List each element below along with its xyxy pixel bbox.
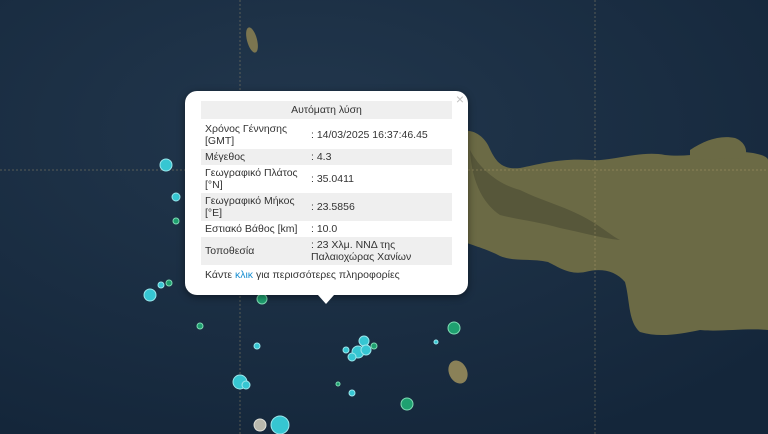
row-value-latitude: : 35.0411 (307, 165, 452, 193)
earthquake-marker[interactable] (143, 288, 157, 302)
earthquake-marker[interactable] (447, 321, 461, 335)
earthquake-marker[interactable] (165, 279, 173, 287)
row-value-longitude: : 23.5856 (307, 193, 452, 221)
earthquake-marker[interactable] (159, 158, 173, 172)
more-info-prefix: Κάντε (205, 269, 235, 281)
row-key-origin-time: Χρόνος Γέννησης [GMT] (201, 121, 307, 149)
table-row: Γεωγραφικό Πλάτος [°N] : 35.0411 (201, 165, 452, 193)
row-value-location: : 23 Χλμ. ΝΝΔ της Παλαιοχώρας Χανίων (307, 237, 452, 265)
earthquake-info-popup: × Αυτόματη λύση Χρόνος Γέννησης [GMT] : … (185, 91, 468, 304)
earthquake-details-table: Χρόνος Γέννησης [GMT] : 14/03/2025 16:37… (201, 121, 452, 265)
earthquake-marker[interactable] (253, 342, 261, 350)
more-info-link[interactable]: κλικ (235, 269, 253, 281)
earthquake-marker[interactable] (172, 217, 180, 225)
row-key-longitude: Γεωγραφικό Μήκος [°E] (201, 193, 307, 221)
earthquake-marker[interactable] (433, 339, 439, 345)
earthquake-marker[interactable] (256, 293, 268, 305)
row-key-depth: Εστιακό Βάθος [km] (201, 221, 307, 237)
table-row: Χρόνος Γέννησης [GMT] : 14/03/2025 16:37… (201, 121, 452, 149)
close-icon[interactable]: × (456, 91, 464, 107)
earthquake-marker[interactable] (270, 415, 290, 434)
row-key-latitude: Γεωγραφικό Πλάτος [°N] (201, 165, 307, 193)
earthquake-marker[interactable] (348, 389, 356, 397)
earthquake-marker[interactable] (196, 322, 204, 330)
row-key-location: Τοποθεσία (201, 237, 307, 265)
table-row: Εστιακό Βάθος [km] : 10.0 (201, 221, 452, 237)
earthquake-marker[interactable] (241, 380, 251, 390)
earthquake-marker[interactable] (370, 342, 378, 350)
row-key-magnitude: Μέγεθος (201, 149, 307, 165)
earthquake-marker[interactable] (400, 397, 414, 411)
table-row: Μέγεθος : 4.3 (201, 149, 452, 165)
earthquake-marker[interactable] (347, 352, 357, 362)
earthquake-marker[interactable] (360, 344, 372, 356)
row-value-depth: : 10.0 (307, 221, 452, 237)
earthquake-marker[interactable] (358, 335, 370, 347)
table-row: Γεωγραφικό Μήκος [°E] : 23.5856 (201, 193, 452, 221)
earthquake-marker[interactable] (335, 381, 341, 387)
popup-title: Αυτόματη λύση (201, 101, 452, 119)
row-value-origin-time: : 14/03/2025 16:37:46.45 (307, 121, 452, 149)
earthquake-marker[interactable] (171, 192, 181, 202)
row-value-magnitude: : 4.3 (307, 149, 452, 165)
popup-pointer (318, 295, 334, 304)
earthquake-marker[interactable] (157, 281, 165, 289)
table-row: Τοποθεσία : 23 Χλμ. ΝΝΔ της Παλαιοχώρας … (201, 237, 452, 265)
earthquake-marker[interactable] (342, 346, 350, 354)
earthquake-marker[interactable] (253, 418, 267, 432)
more-info-suffix: για περισσότερες πληροφορίες (253, 269, 400, 281)
more-info-line: Κάντε κλικ για περισσότερες πληροφορίες (201, 265, 452, 285)
